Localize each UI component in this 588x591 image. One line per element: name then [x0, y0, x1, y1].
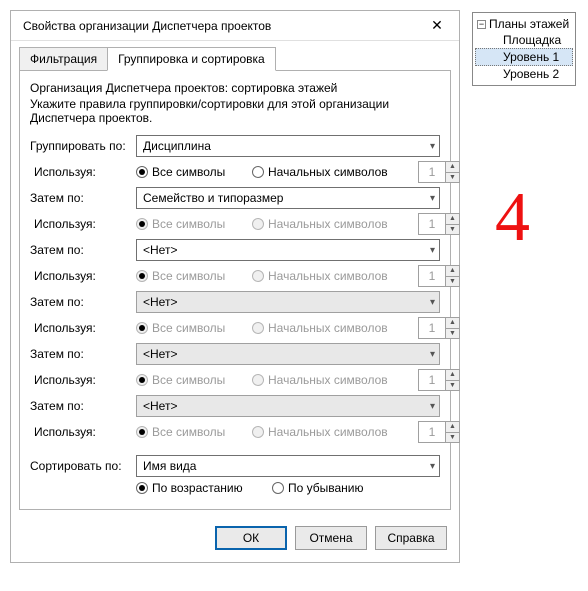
collapse-icon[interactable]: − — [477, 20, 486, 29]
spin-down-icon: ▼ — [446, 225, 459, 235]
tree-root-floor-plans[interactable]: − Планы этажей — [475, 16, 573, 32]
then-by-value-6: <Нет> — [143, 399, 177, 413]
chevron-down-icon: ▾ — [430, 297, 435, 308]
ok-button[interactable]: ОК — [215, 526, 287, 550]
tree-root-label: Планы этажей — [489, 17, 569, 31]
tree-item-site[interactable]: Площадка — [475, 32, 573, 48]
tab-grouping-sorting[interactable]: Группировка и сортировка — [107, 47, 276, 71]
leading-count-spinner-6: 1▲▼ — [418, 421, 460, 443]
spin-down-icon: ▼ — [446, 329, 459, 339]
spin-up-icon: ▲ — [446, 266, 459, 277]
chevron-down-icon: ▾ — [430, 245, 435, 256]
radio-leading-chars-2: Начальных символов — [252, 217, 412, 231]
sort-by-combo[interactable]: Имя вида ▾ — [136, 455, 440, 477]
spin-up-icon: ▲ — [446, 318, 459, 329]
intro-line-1: Организация Диспетчера проектов: сортиро… — [30, 81, 440, 95]
using-label-4: Используя: — [30, 321, 130, 335]
spin-down-icon: ▼ — [446, 277, 459, 287]
radio-leading-chars-5: Начальных символов — [252, 373, 412, 387]
radio-all-chars-2: Все символы — [136, 217, 246, 231]
tree-item-level-2[interactable]: Уровень 2 — [475, 66, 573, 82]
then-by-label-6: Затем по: — [30, 399, 130, 413]
tabstrip: Фильтрация Группировка и сортировка — [19, 47, 459, 71]
tree-item-level-1[interactable]: Уровень 1 — [475, 48, 573, 66]
leading-count-spinner-1[interactable]: 1▲▼ — [418, 161, 460, 183]
leading-count-spinner-3: 1▲▼ — [418, 265, 460, 287]
using-label-2: Используя: — [30, 217, 130, 231]
spin-up-icon: ▲ — [446, 214, 459, 225]
then-by-label-5: Затем по: — [30, 347, 130, 361]
group-by-value: Дисциплина — [143, 139, 211, 153]
radio-leading-chars-1[interactable]: Начальных символов — [252, 165, 412, 179]
sort-by-value: Имя вида — [143, 459, 196, 473]
leading-count-spinner-2: 1▲▼ — [418, 213, 460, 235]
leading-count-spinner-4: 1▲▼ — [418, 317, 460, 339]
then-by-combo-2[interactable]: Семейство и типоразмер ▾ — [136, 187, 440, 209]
close-icon[interactable]: ✕ — [423, 17, 451, 34]
using-label-1: Используя: — [30, 165, 130, 179]
then-by-label-4: Затем по: — [30, 295, 130, 309]
then-by-combo-6: <Нет> ▾ — [136, 395, 440, 417]
spin-up-icon: ▲ — [446, 370, 459, 381]
titlebar: Свойства организации Диспетчера проектов… — [11, 11, 459, 41]
chevron-down-icon: ▾ — [430, 461, 435, 472]
spin-up-icon[interactable]: ▲ — [446, 162, 459, 173]
then-by-value-5: <Нет> — [143, 347, 177, 361]
radio-sort-asc[interactable]: По возрастанию — [136, 481, 266, 495]
help-button[interactable]: Справка — [375, 526, 447, 550]
project-browser-tree: − Планы этажей Площадка Уровень 1 Уровен… — [472, 12, 576, 86]
chevron-down-icon: ▾ — [430, 349, 435, 360]
radio-all-chars-6: Все символы — [136, 425, 246, 439]
then-by-combo-4: <Нет> ▾ — [136, 291, 440, 313]
group-by-combo[interactable]: Дисциплина ▾ — [136, 135, 440, 157]
then-by-combo-3[interactable]: <Нет> ▾ — [136, 239, 440, 261]
chevron-down-icon: ▾ — [430, 401, 435, 412]
spin-down-icon: ▼ — [446, 433, 459, 443]
radio-all-chars-4: Все символы — [136, 321, 246, 335]
using-label-6: Используя: — [30, 425, 130, 439]
then-by-combo-5: <Нет> ▾ — [136, 343, 440, 365]
tab-filtering[interactable]: Фильтрация — [19, 47, 108, 71]
tab-pane-grouping: Организация Диспетчера проектов: сортиро… — [19, 70, 451, 510]
then-by-value-3: <Нет> — [143, 243, 177, 257]
radio-leading-chars-3: Начальных символов — [252, 269, 412, 283]
project-browser-org-dialog: Свойства организации Диспетчера проектов… — [10, 10, 460, 563]
then-by-value-4: <Нет> — [143, 295, 177, 309]
spin-up-icon: ▲ — [446, 422, 459, 433]
group-by-label: Группировать по: — [30, 139, 130, 153]
then-by-label-3: Затем по: — [30, 243, 130, 257]
using-label-3: Используя: — [30, 269, 130, 283]
then-by-label-2: Затем по: — [30, 191, 130, 205]
then-by-value-2: Семейство и типоразмер — [143, 191, 283, 205]
chevron-down-icon: ▾ — [430, 193, 435, 204]
intro-line-2: Укажите правила группировки/сортировки д… — [30, 97, 440, 125]
radio-sort-desc[interactable]: По убыванию — [272, 481, 432, 495]
leading-count-spinner-5: 1▲▼ — [418, 369, 460, 391]
using-label-5: Используя: — [30, 373, 130, 387]
chevron-down-icon: ▾ — [430, 141, 435, 152]
radio-all-chars-1[interactable]: Все символы — [136, 165, 246, 179]
sort-by-label: Сортировать по: — [30, 459, 130, 473]
radio-all-chars-5: Все символы — [136, 373, 246, 387]
radio-leading-chars-4: Начальных символов — [252, 321, 412, 335]
cancel-button[interactable]: Отмена — [295, 526, 367, 550]
dialog-title: Свойства организации Диспетчера проектов — [23, 19, 271, 33]
handwritten-annotation: 4 — [495, 178, 530, 258]
spin-down-icon: ▼ — [446, 381, 459, 391]
spin-down-icon[interactable]: ▼ — [446, 173, 459, 183]
radio-all-chars-3: Все символы — [136, 269, 246, 283]
button-bar: ОК Отмена Справка — [11, 518, 459, 562]
radio-leading-chars-6: Начальных символов — [252, 425, 412, 439]
